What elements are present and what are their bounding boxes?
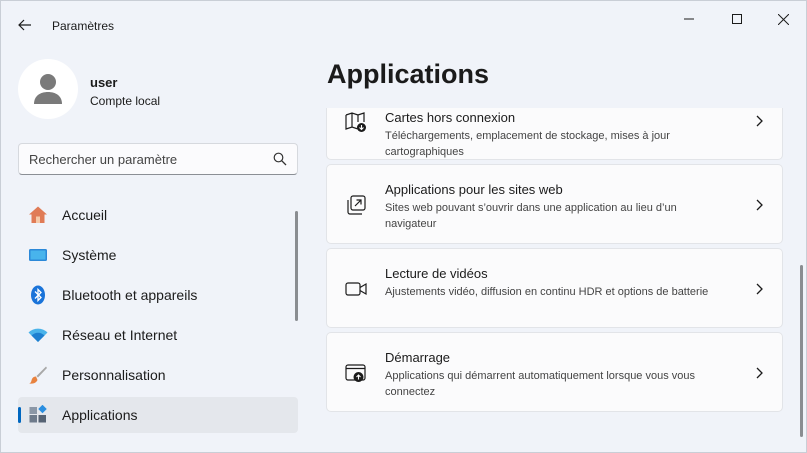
video-playback-icon	[345, 282, 367, 296]
card-title: Applications pour les sites web	[385, 182, 563, 197]
sidebar-item-label: Système	[62, 247, 117, 263]
card-title: Cartes hors connexion	[385, 110, 516, 125]
search-icon[interactable]	[273, 152, 287, 166]
maximize-button[interactable]	[714, 7, 760, 31]
chevron-right-icon	[756, 115, 763, 127]
sidebar-item-label: Réseau et Internet	[62, 327, 178, 343]
user-icon	[34, 74, 62, 104]
sidebar-item-accueil[interactable]: Accueil	[18, 197, 298, 233]
sidebar-item-systeme[interactable]: Système	[18, 237, 298, 273]
account-type: Compte local	[90, 94, 161, 108]
chevron-right-icon	[756, 367, 763, 379]
main-scrollbar[interactable]	[800, 265, 803, 437]
user-name: user	[90, 75, 118, 90]
card-video-playback[interactable]: Lecture de vidéos Ajustements vidéo, dif…	[326, 248, 783, 328]
back-button[interactable]	[13, 13, 37, 37]
card-apps-for-websites[interactable]: Applications pour les sites web Sites we…	[326, 164, 783, 244]
card-description: Ajustements vidéo, diffusion en continu …	[385, 286, 709, 298]
settings-window: Paramètres user Compte local Rechercher …	[0, 0, 807, 453]
home-icon	[29, 206, 47, 223]
chevron-right-icon	[756, 199, 763, 211]
search-box[interactable]	[18, 143, 298, 175]
page-title: Applications	[327, 59, 490, 89]
sidebar-item-label: Bluetooth et appareils	[62, 287, 198, 303]
startup-icon	[345, 364, 366, 382]
offline-maps-icon	[345, 112, 366, 132]
arrow-left-icon	[18, 19, 31, 31]
sidebar-item-applications[interactable]: Applications	[18, 397, 298, 433]
sidebar-scrollbar[interactable]	[295, 211, 298, 321]
card-title: Lecture de vidéos	[385, 266, 488, 281]
sidebar-item-reseau[interactable]: Réseau et Internet	[18, 317, 298, 353]
sidebar-item-label: Accueil	[62, 207, 108, 223]
apps-for-websites-icon	[347, 195, 366, 215]
card-title: Démarrage	[385, 350, 451, 365]
maximize-icon	[732, 14, 742, 24]
minimize-icon	[684, 18, 694, 20]
sidebar-item-label: Personnalisation	[62, 367, 166, 383]
close-button[interactable]	[760, 7, 806, 31]
title-bar: Paramètres	[1, 1, 806, 37]
settings-list: Cartes hors connexion Téléchargements, e…	[326, 108, 783, 452]
card-startup[interactable]: Démarrage Applications qui démarrent aut…	[326, 332, 783, 412]
wifi-icon	[28, 328, 48, 342]
close-icon	[777, 13, 789, 25]
brush-icon	[29, 366, 47, 384]
sidebar-item-label: Applications	[62, 407, 138, 423]
apps-icon	[29, 405, 47, 423]
minimize-button[interactable]	[666, 7, 712, 31]
sidebar-item-bluetooth[interactable]: Bluetooth et appareils	[18, 277, 298, 313]
card-offline-maps[interactable]: Cartes hors connexion Téléchargements, e…	[326, 108, 783, 160]
sidebar-item-personnalisation[interactable]: Personnalisation	[18, 357, 298, 393]
card-description: Téléchargements, emplacement de stockage…	[385, 130, 670, 158]
bluetooth-icon	[31, 285, 45, 305]
card-description: Applications qui démarrent automatiqueme…	[385, 370, 696, 398]
avatar[interactable]	[18, 59, 78, 119]
system-icon	[29, 249, 47, 261]
sidebar-nav: Accueil Système Bluetooth et appareils R…	[18, 197, 298, 437]
search-input[interactable]	[29, 144, 269, 174]
chevron-right-icon	[756, 283, 763, 295]
window-title: Paramètres	[52, 19, 115, 33]
card-description: Sites web pouvant s’ouvrir dans une appl…	[385, 202, 677, 230]
